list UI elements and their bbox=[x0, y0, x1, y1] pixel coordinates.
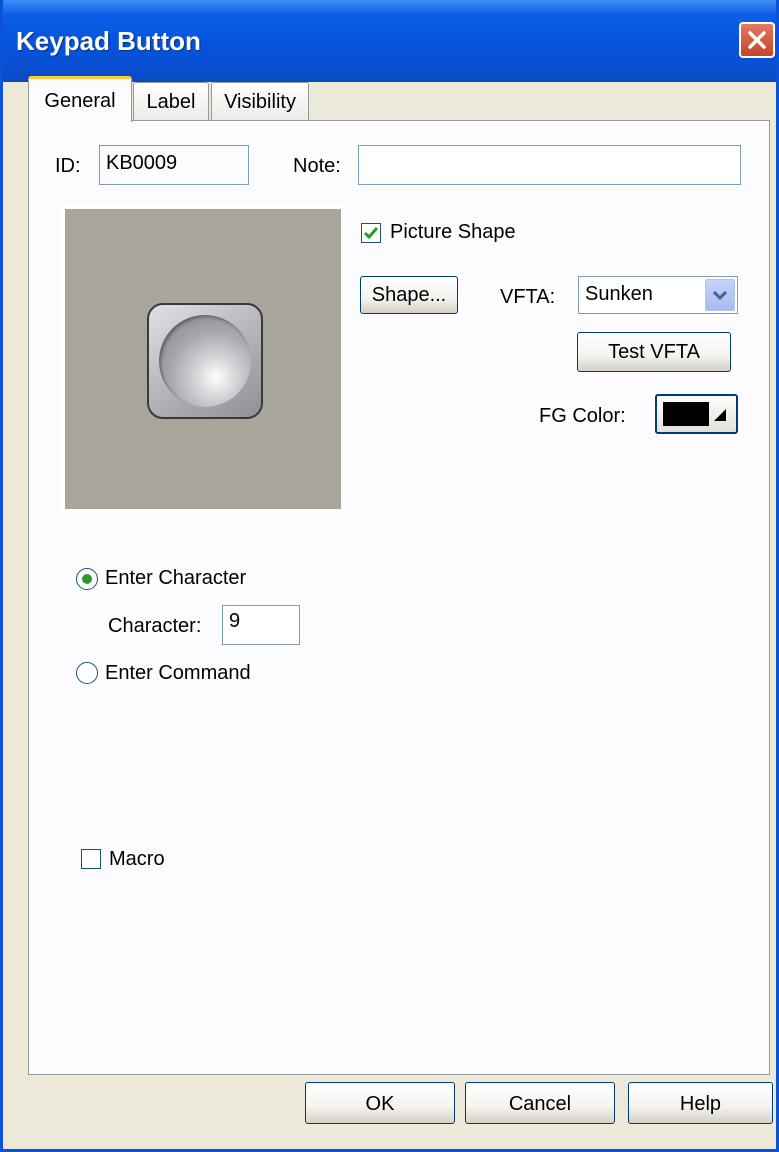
id-field: KB0009 bbox=[99, 145, 249, 185]
close-button[interactable] bbox=[739, 22, 775, 58]
cancel-button[interactable]: Cancel bbox=[465, 1082, 615, 1124]
character-input[interactable]: 9 bbox=[222, 605, 300, 645]
keypad-button-image bbox=[147, 303, 263, 419]
fg-color-label: FG Color: bbox=[539, 405, 626, 427]
test-vfta-button[interactable]: Test VFTA bbox=[577, 332, 731, 372]
window-title: Keypad Button bbox=[16, 26, 201, 56]
vfta-selected-value: Sunken bbox=[585, 283, 653, 305]
enter-character-radio[interactable] bbox=[76, 568, 98, 590]
preview-background bbox=[65, 209, 341, 509]
vfta-select[interactable]: Sunken bbox=[578, 276, 738, 314]
enter-command-radio[interactable] bbox=[76, 662, 98, 684]
ok-button[interactable]: OK bbox=[305, 1082, 455, 1124]
vfta-label: VFTA: bbox=[500, 286, 556, 308]
id-label: ID: bbox=[55, 155, 81, 177]
tab-general[interactable]: General bbox=[28, 76, 132, 122]
picture-shape-checkbox[interactable] bbox=[361, 223, 381, 243]
enter-command-label: Enter Command bbox=[105, 662, 251, 684]
note-input[interactable] bbox=[358, 145, 741, 185]
macro-checkbox[interactable] bbox=[81, 849, 101, 869]
picture-shape-label: Picture Shape bbox=[390, 221, 516, 243]
chevron-down-icon bbox=[713, 290, 727, 300]
macro-label: Macro bbox=[109, 848, 165, 870]
vfta-dropdown-button[interactable] bbox=[705, 279, 735, 311]
tab-label[interactable]: Label bbox=[133, 82, 209, 120]
triangle-icon bbox=[714, 409, 726, 421]
keypad-button-dome bbox=[159, 315, 251, 407]
help-button[interactable]: Help bbox=[628, 1082, 773, 1124]
note-label: Note: bbox=[293, 155, 341, 177]
radio-selected-dot bbox=[82, 574, 92, 584]
shape-button[interactable]: Shape... bbox=[360, 276, 458, 314]
character-label: Character: bbox=[108, 615, 202, 637]
enter-character-label: Enter Character bbox=[105, 567, 247, 589]
keypad-button-dialog: Keypad Button General Label Visibility I… bbox=[0, 0, 779, 1152]
tab-visibility[interactable]: Visibility bbox=[211, 82, 309, 120]
title-bar[interactable]: Keypad Button bbox=[3, 0, 776, 82]
shape-preview bbox=[60, 204, 346, 514]
close-icon bbox=[748, 31, 766, 49]
fg-color-swatch bbox=[663, 402, 709, 426]
fg-color-button[interactable] bbox=[655, 394, 738, 434]
checkmark-icon bbox=[363, 227, 379, 240]
